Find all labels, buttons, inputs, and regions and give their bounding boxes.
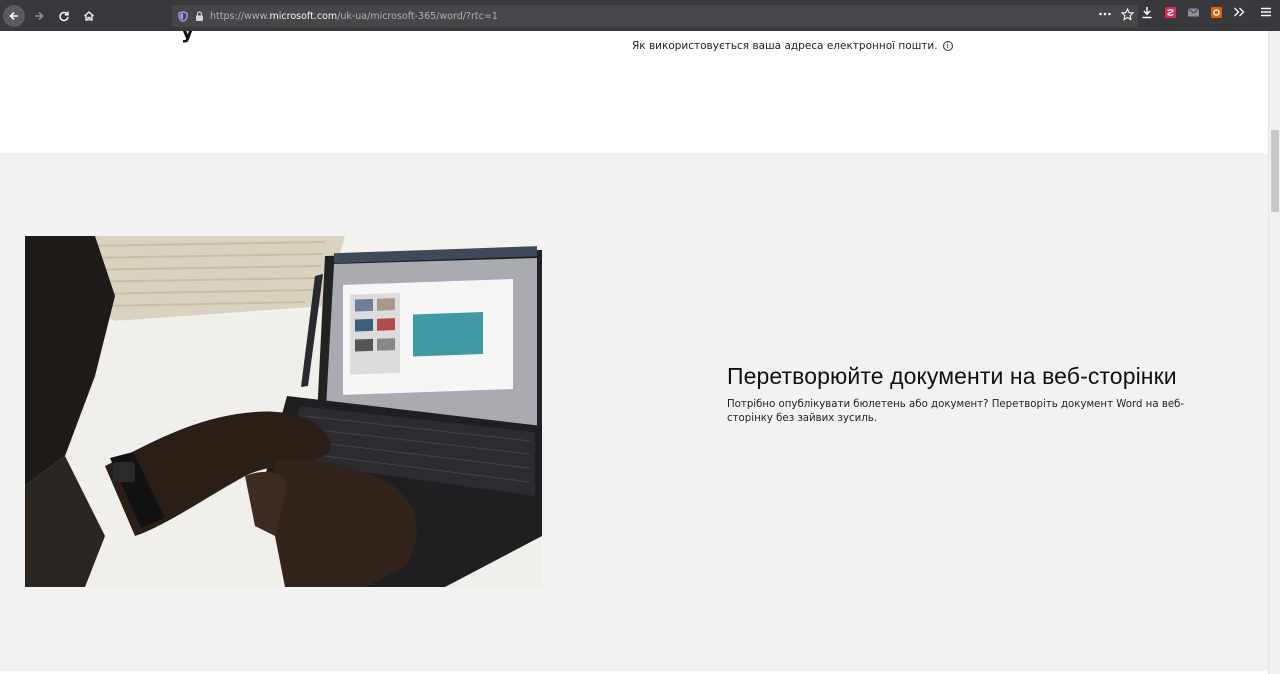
feature-description: Потрібно опублікувати бюлетень або докум… [727, 399, 1185, 424]
mail-button[interactable] [1186, 5, 1200, 19]
feature-title: Перетворюйте документи на веб-сторінки [727, 363, 1177, 389]
laptop-photo-illustration [25, 236, 542, 587]
star-icon [1120, 7, 1134, 21]
tracking-shield-icon[interactable] [178, 10, 188, 22]
reload-button[interactable] [53, 5, 75, 27]
forward-arrow-icon [35, 11, 44, 20]
feature-photo-laptop [25, 236, 542, 587]
toolbar-right [1140, 5, 1273, 19]
extension-red-button[interactable] [1163, 5, 1177, 19]
extension-orange-button[interactable] [1209, 5, 1223, 19]
url-path: /uk-ua/microsoft-365/word/?rtc=1 [337, 10, 498, 22]
feature-section: Перетворюйте документи на веб-сторінки П… [0, 153, 1268, 671]
home-button[interactable] [78, 5, 100, 27]
email-usage-text: Як використовується ваша адреса електрон… [632, 40, 938, 52]
overflow-button[interactable] [1232, 5, 1246, 19]
email-usage-note[interactable]: Як використовується ваша адреса електрон… [632, 40, 953, 52]
clipped-heading-fragment: у [181, 31, 195, 43]
chevron-double-right-icon [1234, 7, 1245, 17]
menu-button[interactable] [1259, 5, 1273, 19]
feature-text-block: Перетворюйте документи на веб-сторінки П… [727, 363, 1187, 426]
reload-icon [59, 11, 69, 21]
page-actions-button[interactable] [1098, 7, 1112, 21]
forward-button[interactable] [28, 5, 50, 27]
info-icon[interactable]: i [942, 41, 953, 51]
url-prefix: https://www. [210, 10, 270, 22]
scrollbar-thumb[interactable] [1271, 130, 1279, 212]
back-button[interactable] [3, 4, 25, 27]
back-arrow-icon [9, 11, 18, 20]
hamburger-menu-icon [1261, 7, 1271, 17]
browser-toolbar: https://www. microsoft.com/uk-ua/microsof… [0, 0, 1280, 31]
mail-icon [1187, 7, 1199, 16]
download-icon [1142, 6, 1152, 18]
more-icon [1099, 12, 1111, 16]
extension-shield-icon [1164, 6, 1176, 18]
downloads-button[interactable] [1140, 5, 1154, 19]
page-scrollbar[interactable] [1268, 31, 1280, 674]
home-icon [84, 10, 94, 21]
lock-icon[interactable] [195, 10, 204, 22]
bookmark-star-button[interactable] [1120, 7, 1134, 21]
address-bar[interactable]: https://www. microsoft.com/uk-ua/microsof… [172, 5, 1138, 27]
url-domain: microsoft.com [269, 10, 338, 22]
extension-gear-icon [1210, 6, 1222, 18]
web-page: у Як використовується ваша адреса електр… [0, 31, 1268, 674]
